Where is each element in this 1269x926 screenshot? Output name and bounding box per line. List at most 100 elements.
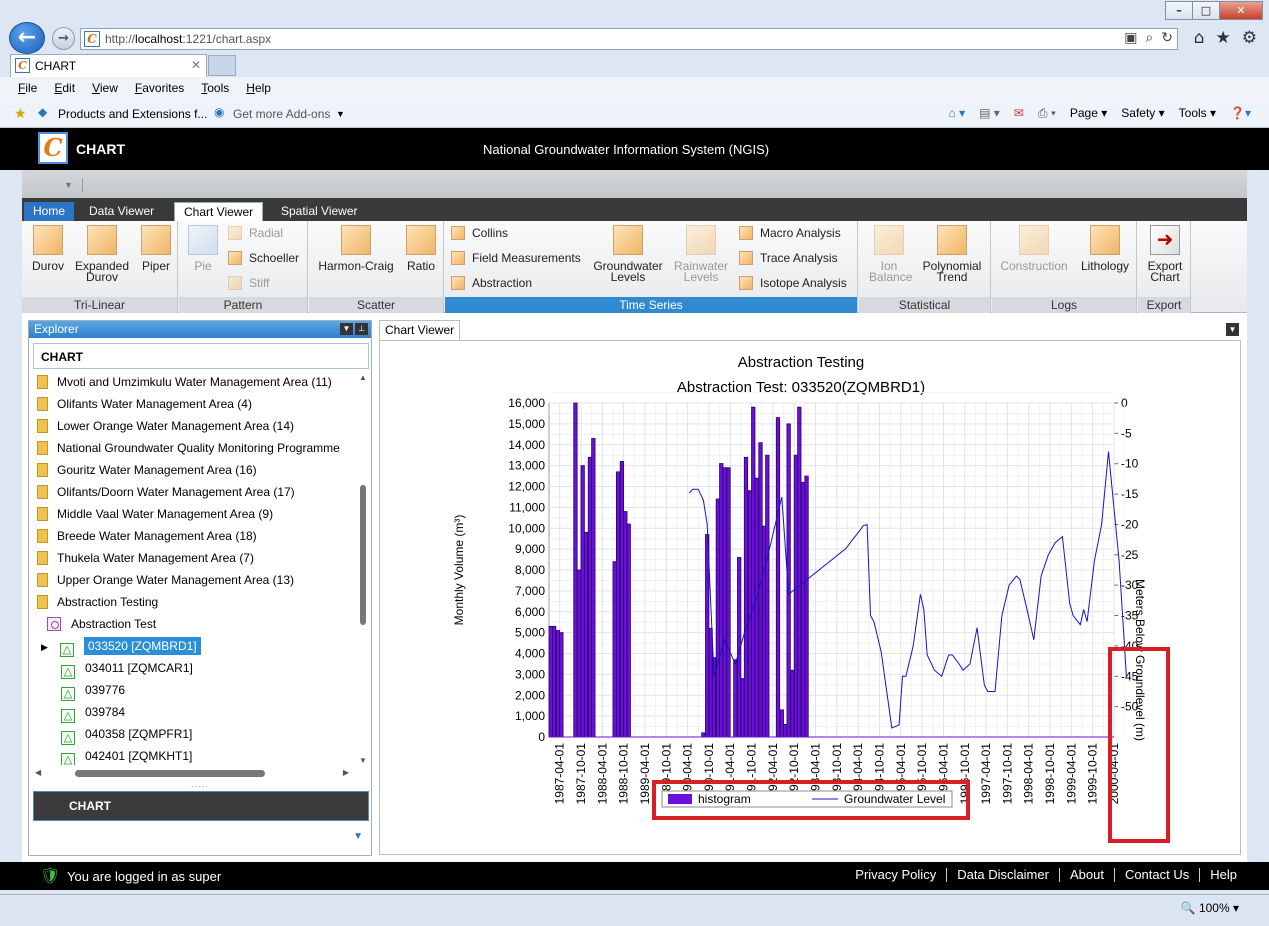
explorer-vertical-scrollbar[interactable]: ▲ ▼ (359, 373, 368, 765)
pie-button[interactable]: Pie (184, 225, 222, 272)
isotope-analysis-button[interactable]: Isotope Analysis (739, 276, 847, 290)
stiff-button[interactable]: Stiff (228, 276, 269, 290)
tab-home[interactable]: Home (24, 202, 75, 221)
schoeller-button[interactable]: Schoeller (228, 251, 299, 265)
tree-folder[interactable]: Olifants/Doorn Water Management Area (17… (37, 481, 295, 503)
scroll-thumb[interactable] (360, 485, 366, 625)
piper-button[interactable]: Piper (136, 225, 176, 272)
lithology-button[interactable]: Lithology (1078, 225, 1132, 272)
address-bar[interactable]: C http://localhost:1221/chart.aspx ▣ ⌕ ↻ (80, 28, 1178, 50)
browser-tab[interactable]: C CHART ✕ (10, 54, 207, 77)
favorites-star-icon[interactable]: ★ (1216, 28, 1231, 48)
tree-folder[interactable]: Breede Water Management Area (18) (37, 525, 257, 547)
radial-button[interactable]: Radial (228, 226, 283, 240)
scroll-up-icon[interactable]: ▲ (359, 373, 367, 382)
export-chart-button[interactable]: ➜ Export Chart (1142, 225, 1188, 283)
settings-gear-icon[interactable]: ⚙ (1242, 28, 1257, 48)
explorer-footer-chart[interactable]: CHART (33, 791, 369, 821)
rainwater-levels-button[interactable]: Rainwater Levels (669, 225, 733, 283)
about-link[interactable]: About (1060, 868, 1115, 882)
explorer-pin-icon[interactable]: ⊥ (355, 323, 368, 335)
close-window-button[interactable]: ✕ (1219, 1, 1263, 20)
expanded-durov-button[interactable]: Expanded Durov (72, 225, 132, 283)
menu-view[interactable]: View (92, 77, 118, 100)
scroll-right-icon[interactable]: ▶ (343, 768, 349, 777)
page-menu[interactable]: Page ▾ (1070, 106, 1107, 121)
tree-folder[interactable]: Middle Vaal Water Management Area (9) (37, 503, 273, 525)
harmon-craig-button[interactable]: Harmon-Craig (314, 225, 398, 272)
tree-site-selected[interactable]: ▶ △ 033520 [ZQMBRD1] (41, 635, 201, 657)
refresh-icon[interactable]: ↻ (1161, 30, 1173, 46)
data-disclaimer-link[interactable]: Data Disclaimer (947, 868, 1060, 882)
home-icon[interactable]: ⌂ (1194, 28, 1205, 48)
back-button[interactable]: ← (9, 22, 45, 54)
favorite-link-products[interactable]: Products and Extensions f... (58, 107, 207, 121)
tab-spatial-viewer[interactable]: Spatial Viewer (272, 202, 367, 221)
menu-edit[interactable]: Edit (54, 77, 75, 100)
menu-file[interactable]: File (18, 77, 37, 100)
tree-folder[interactable]: National Groundwater Quality Monitoring … (37, 437, 340, 459)
tab-chart-viewer[interactable]: Chart Viewer (174, 202, 264, 221)
scroll-left-icon[interactable]: ◀ (35, 768, 41, 777)
home-cmd-icon[interactable]: ⌂ ▾ (949, 106, 966, 121)
privacy-policy-link[interactable]: Privacy Policy (845, 868, 948, 882)
tree-folder[interactable]: Lower Orange Water Management Area (14) (37, 415, 294, 437)
collins-button[interactable]: Collins (451, 226, 508, 240)
help-link[interactable]: Help (1200, 868, 1247, 882)
menu-tools[interactable]: Tools (201, 77, 229, 100)
groundwater-levels-button[interactable]: Groundwater Levels (591, 225, 665, 283)
print-icon[interactable]: ⎙ ▾ (1038, 106, 1056, 121)
tree-folder[interactable]: Abstraction Testing (37, 591, 158, 613)
durov-button[interactable]: Durov (28, 225, 68, 272)
explorer-horizontal-scrollbar[interactable]: ◀ ▶ (33, 767, 351, 779)
tree-site[interactable]: △ 042401 [ZQMKHT1] (61, 745, 192, 765)
addons-dropdown-icon[interactable]: ▼ (336, 109, 345, 119)
construction-button[interactable]: Construction (996, 225, 1072, 272)
favorite-link-addons[interactable]: Get more Add-ons (233, 107, 330, 121)
field-measurements-button[interactable]: Field Measurements (451, 251, 581, 265)
tools-menu[interactable]: Tools ▾ (1179, 106, 1216, 121)
abstraction-button[interactable]: Abstraction (451, 276, 532, 290)
feeds-icon[interactable]: ▤ ▾ (979, 106, 1000, 121)
chart-viewer-tab[interactable]: Chart Viewer (379, 320, 460, 340)
new-tab-button[interactable] (208, 55, 236, 76)
tree-test[interactable]: Abstraction Test (47, 613, 156, 635)
compatibility-icon[interactable]: ▣ (1124, 30, 1137, 46)
tree-site[interactable]: △ 039784 (61, 701, 125, 723)
qat-dropdown-icon[interactable]: ▼ (64, 180, 73, 190)
tree-folder[interactable]: Thukela Water Management Area (7) (37, 547, 254, 569)
tree-folder[interactable]: Olifants Water Management Area (4) (37, 393, 252, 415)
zoom-control[interactable]: 🔍 100% ▾ (1181, 901, 1239, 915)
tree-folder[interactable]: Mvoti and Umzimkulu Water Management Are… (37, 371, 332, 393)
search-icon[interactable]: ⌕ (1145, 30, 1153, 46)
splitter-grip-icon[interactable]: ····· (191, 782, 209, 791)
help-icon[interactable]: ❓▾ (1230, 106, 1251, 121)
ion-balance-button[interactable]: Ion Balance (869, 225, 912, 283)
close-tab-icon[interactable]: ✕ (191, 58, 201, 72)
tree-site[interactable]: △ 039776 (61, 679, 125, 701)
explorer-footer-dropdown-icon[interactable]: ▼ (353, 831, 363, 842)
menu-favorites[interactable]: Favorites (135, 77, 184, 100)
forward-button[interactable]: → (52, 27, 75, 50)
tree-site[interactable]: △ 034011 [ZQMCAR1] (61, 657, 193, 679)
mail-icon[interactable]: ✉ (1014, 106, 1024, 121)
tab-data-viewer[interactable]: Data Viewer (80, 202, 163, 221)
trace-analysis-button[interactable]: Trace Analysis (739, 251, 838, 265)
tree-folder[interactable]: Gouritz Water Management Area (16) (37, 459, 257, 481)
hscroll-thumb[interactable] (75, 770, 265, 777)
safety-menu[interactable]: Safety ▾ (1121, 106, 1164, 121)
tree-folder[interactable]: Upper Orange Water Management Area (13) (37, 569, 294, 591)
tree-site[interactable]: △ 040358 [ZQMPFR1] (61, 723, 192, 745)
menu-help[interactable]: Help (246, 77, 271, 100)
contact-us-link[interactable]: Contact Us (1115, 868, 1201, 882)
macro-analysis-button[interactable]: Macro Analysis (739, 226, 841, 240)
scroll-down-icon[interactable]: ▼ (359, 756, 367, 765)
viewer-dropdown-icon[interactable]: ▼ (1226, 323, 1239, 336)
explorer-dropdown-icon[interactable]: ▼ (340, 323, 353, 335)
polynomial-trend-button[interactable]: Polynomial Trend (919, 225, 985, 283)
ratio-button[interactable]: Ratio (402, 225, 440, 272)
maximize-button[interactable]: □ (1192, 1, 1220, 20)
minimize-button[interactable]: – (1165, 1, 1193, 20)
expand-arrow-icon[interactable]: ▶ (41, 642, 48, 652)
favorites-icon[interactable]: ★ (14, 105, 27, 122)
